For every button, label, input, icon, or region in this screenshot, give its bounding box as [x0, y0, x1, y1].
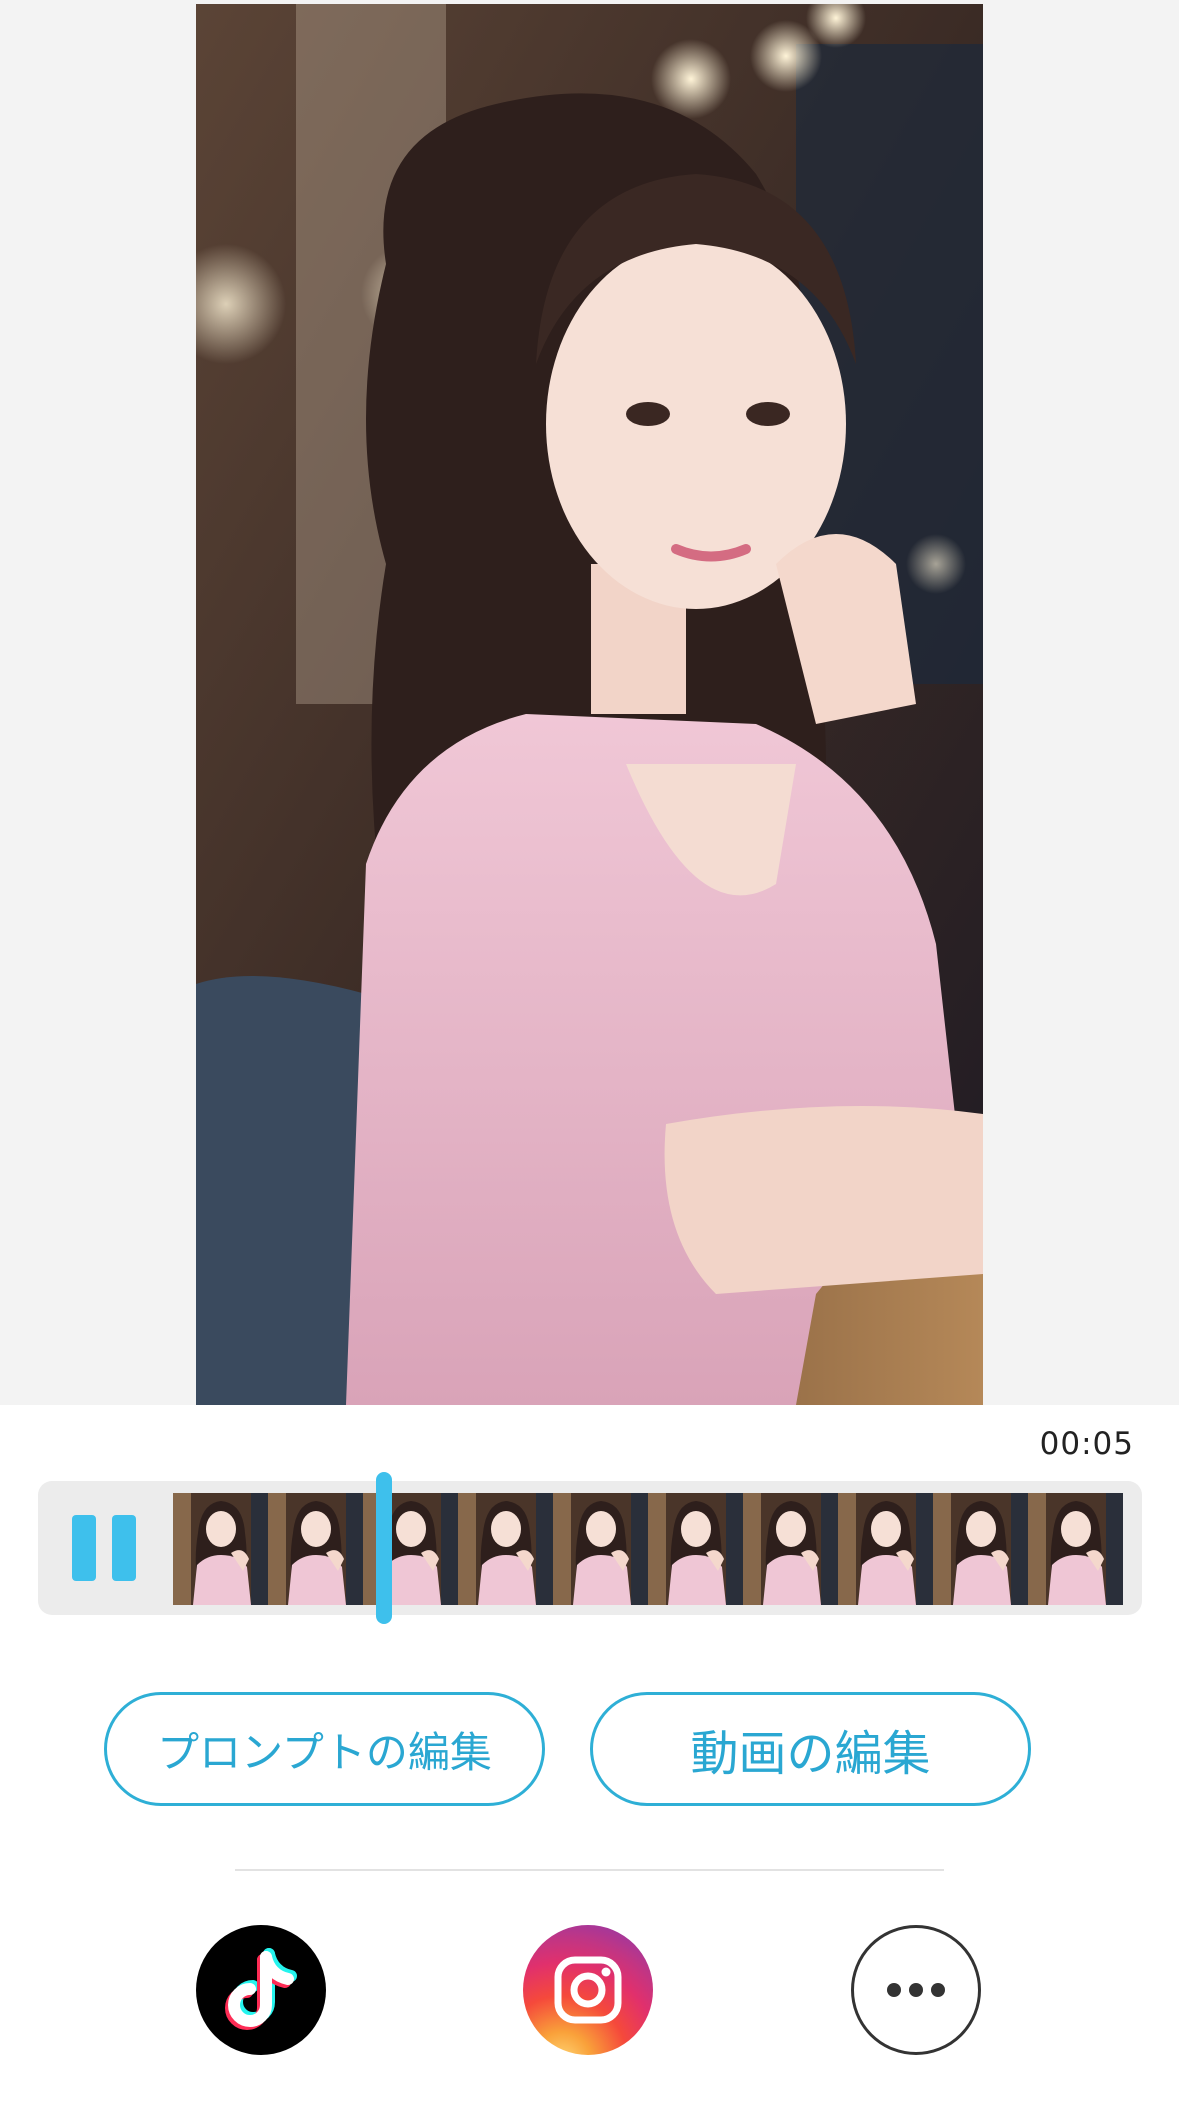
edit-video-button[interactable]: 動画の編集 — [590, 1692, 1031, 1806]
edit-prompt-button[interactable]: プロンプトの編集 — [104, 1692, 545, 1806]
timeline-scrubber[interactable] — [38, 1481, 1142, 1615]
share-more-button[interactable] — [851, 1925, 981, 2055]
timeline-frame — [648, 1493, 743, 1605]
timeline-frame — [173, 1493, 268, 1605]
tiktok-icon — [225, 1948, 297, 2030]
timeline-thumbnails[interactable] — [173, 1493, 1123, 1605]
share-tiktok-button[interactable] — [196, 1925, 326, 2055]
timeline-frame — [268, 1493, 363, 1605]
pause-icon-bar-right — [112, 1515, 136, 1581]
video-stage — [0, 0, 1179, 1405]
video-preview[interactable] — [196, 4, 983, 1405]
timeline-frame — [933, 1493, 1028, 1605]
more-icon — [887, 1983, 945, 1997]
timeline-frame — [458, 1493, 553, 1605]
timeline-frame — [1028, 1493, 1123, 1605]
divider — [235, 1869, 944, 1871]
timeline-frame — [743, 1493, 838, 1605]
instagram-icon — [554, 1956, 622, 2024]
playhead-handle[interactable] — [376, 1472, 392, 1624]
share-instagram-button[interactable] — [523, 1925, 653, 2055]
video-frame-image — [196, 4, 983, 1405]
timeline-frame — [838, 1493, 933, 1605]
playback-time: 00:05 — [1039, 1426, 1134, 1462]
pause-icon-bar-left — [72, 1515, 96, 1581]
pause-button[interactable] — [72, 1515, 138, 1581]
timeline-frame — [553, 1493, 648, 1605]
